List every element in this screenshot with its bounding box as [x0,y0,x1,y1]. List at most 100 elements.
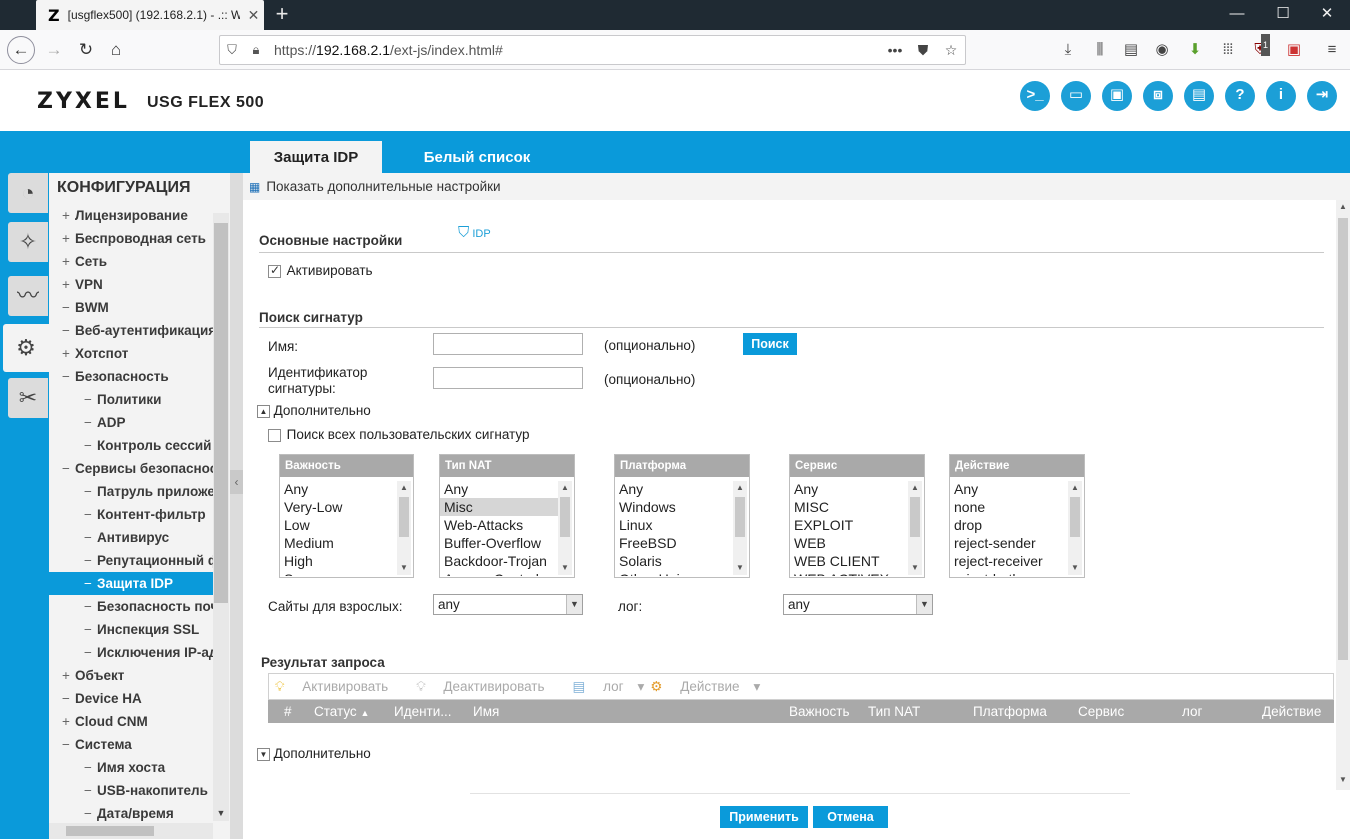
back-icon[interactable]: ← [7,36,35,64]
listbox-option[interactable]: Web-Attacks [440,516,558,534]
tab-whitelist[interactable]: Белый список [392,141,562,173]
col-service[interactable]: Сервис [1078,704,1124,719]
expand-plus-icon[interactable]: + [57,342,75,365]
service-listbox[interactable]: Сервис AnyMISCEXPLOITWEBWEB CLIENTWEB ACT… [789,454,925,578]
lock-warning-icon[interactable]: 🔒︎ [244,42,268,58]
pocket-icon[interactable]: ⛊ [909,42,937,59]
reader-sidebar-icon[interactable]: ▤ [1119,39,1143,63]
expand-plus-icon[interactable]: + [57,204,75,227]
collapse-left-icon[interactable]: ‹ [230,470,243,494]
content-scroll-down-icon[interactable]: ▼ [1337,775,1349,784]
col-log[interactable]: лог [1182,704,1202,719]
expand-plus-icon[interactable]: + [57,273,75,296]
scroll-up-icon[interactable]: ▲ [908,481,922,495]
col-name[interactable]: Имя [473,704,499,719]
nav-item[interactable]: + Объект [49,664,213,687]
expand-plus-icon[interactable]: + [57,710,75,733]
col-action[interactable]: Действие [1262,704,1321,719]
expand-plus-icon[interactable]: + [57,250,75,273]
bottom-more-toggle[interactable]: ▼ Дополнительно [257,746,371,762]
forward-icon[interactable]: → [40,36,68,64]
listbox-option[interactable]: Backdoor-Trojan [440,552,558,570]
new-tab-icon[interactable]: + [270,2,294,28]
scroll-thumb[interactable] [1070,497,1080,537]
close-window-icon[interactable]: ✕ [1304,0,1350,30]
scroll-down-icon[interactable]: ▼ [558,561,572,575]
listbox-option[interactable]: Any [615,480,733,498]
col-status[interactable]: Статус ▲ [314,704,369,719]
url-bar[interactable]: ⛉ 🔒︎ https://192.168.2.1/ext-js/index.ht… [219,35,966,65]
name-input[interactable] [433,333,583,355]
nav-item[interactable]: −Патруль приложений [49,480,213,503]
extension-grid-icon[interactable]: ⦙⦙⦙ [1216,39,1240,63]
listbox-option[interactable]: EXPLOIT [790,516,908,534]
content-scroll-thumb[interactable] [1338,218,1348,660]
page-actions-icon[interactable]: ••• [881,42,909,58]
nav-item[interactable]: −Репутационный фильтр [49,549,213,572]
wizard-icon[interactable]: ✧ [8,222,48,262]
maximize-icon[interactable]: ☐ [1260,0,1306,30]
listbox-option[interactable]: MISC [790,498,908,516]
nav-item[interactable]: − Контент-фильтр [49,503,213,526]
dashboard-icon[interactable]: ◔ [8,173,48,213]
search-button[interactable]: Поиск [743,333,797,355]
scroll-down-icon[interactable]: ▼ [397,561,411,575]
listbox-option[interactable]: Other-Unix [615,570,733,576]
nav-hscroll-thumb[interactable] [66,826,154,836]
col-severity[interactable]: Важность [789,704,849,719]
listbox-option[interactable]: reject-receiver [950,552,1068,570]
expand-down-icon[interactable]: ▼ [257,748,270,762]
severity-listbox[interactable]: ВажностьAnyVery-LowLowMediumHighSevere▲▼ [279,454,414,578]
url-text[interactable]: https://192.168.2.1/ext-js/index.html# [274,42,881,58]
nav-item[interactable]: − Дата/время [49,802,213,825]
browser-tab[interactable]: Z [usgflex500] (192.168.2.1) - .:: W ✕ [36,0,264,30]
scroll-down-icon[interactable]: ▼ [1068,561,1082,575]
menu-icon[interactable]: ≡ [1320,39,1344,63]
listbox-option[interactable]: none [950,498,1068,516]
expand-plus-icon[interactable]: + [57,227,75,250]
help-icon[interactable]: ? [1225,81,1255,111]
scroll-up-icon[interactable]: ▲ [397,481,411,495]
scroll-thumb[interactable] [399,497,409,537]
listbox-option[interactable]: Buffer-Overflow [440,534,558,552]
network-map-icon[interactable]: ⧈ [1143,81,1173,111]
monitor-icon[interactable]: 〰 [8,276,48,316]
listbox-option[interactable]: Any [440,480,558,498]
chat-icon[interactable]: ▤ [1184,81,1214,111]
more-options-label[interactable]: Дополнительно [274,403,371,418]
platform-listbox[interactable]: Платформа AnyWindowsLinuxFreeBSDSolarisOt… [614,454,750,578]
nav-item[interactable]: + Беспроводная сеть [49,227,213,250]
listbox-scrollbar[interactable]: ▲ ▼ [1068,481,1082,575]
cli-icon[interactable]: ▭ [1061,81,1091,111]
listbox-scrollbar[interactable]: ▲ ▼ [908,481,922,575]
chevron-down-icon[interactable]: ▼ [916,595,932,614]
listbox-option[interactable]: Severe [280,570,398,576]
nav-item[interactable]: − BWM [49,296,213,319]
collapse-up-icon[interactable]: ▲ [257,405,270,419]
extension-icon[interactable]: ▣ [1282,39,1306,63]
col-number[interactable]: # [284,704,292,719]
listbox-option[interactable]: Access-Control [440,570,558,576]
listbox-option[interactable]: Any [790,480,908,498]
show-advanced-bar[interactable]: ▦ Показать дополнительные настройки [243,173,1350,200]
ublock-icon[interactable]: ⛨ 1 [1248,34,1272,63]
apply-button[interactable]: Применить [720,806,808,828]
col-nat-type[interactable]: Тип NAT [868,704,920,719]
cancel-button[interactable]: Отмена [813,806,888,828]
nav-item[interactable]: − USB-накопитель [49,779,213,802]
tab-idp-protection[interactable]: Защита IDP [250,141,382,173]
listbox-option[interactable]: reject-sender [950,534,1068,552]
listbox-option[interactable]: Linux [615,516,733,534]
action-listbox[interactable]: Действие Any none drop reject-sender reject-r… [949,454,1085,578]
nav-item[interactable]: − Система [49,733,213,756]
nat-type-listbox[interactable]: Тип NAT Any Misc Web-Attacks Buffer-Overflow… [439,454,575,578]
listbox-scrollbar[interactable]: ▲ ▼ [558,481,572,575]
listbox-option[interactable]: Misc [440,498,558,516]
chevron-down-icon[interactable]: ▼ [566,595,582,614]
listbox-option[interactable]: High [280,552,398,570]
col-platform[interactable]: Платформа [973,704,1047,719]
scroll-thumb[interactable] [560,497,570,537]
nav-item[interactable]: − Антивирус [49,526,213,549]
activate-checkbox[interactable] [268,263,281,279]
listbox-option[interactable]: Solaris [615,552,733,570]
